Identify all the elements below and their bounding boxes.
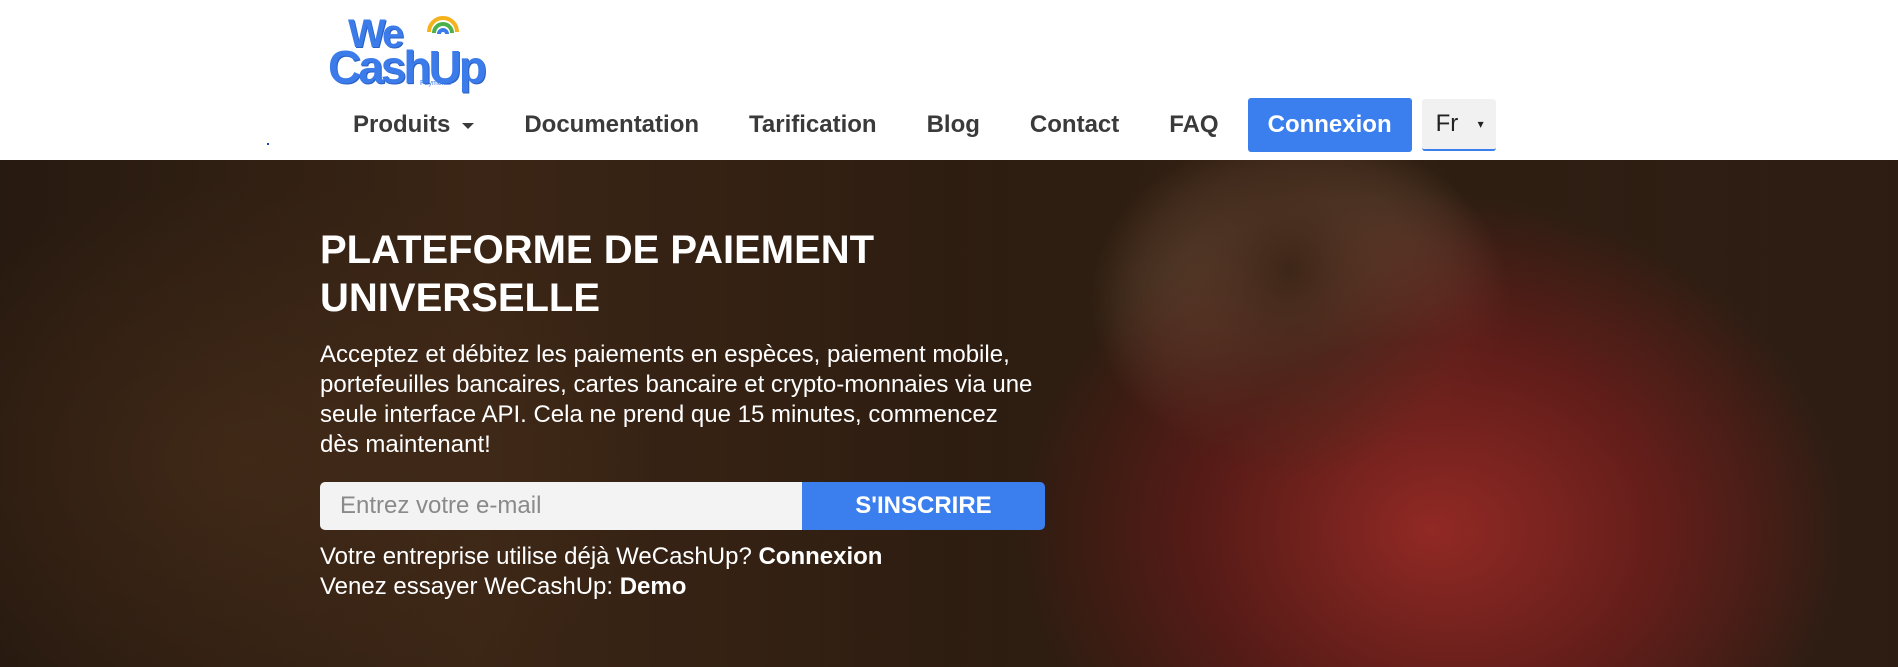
nav-item-label: Contact <box>1029 111 1120 138</box>
hero-section: PLATEFORME DE PAIEMENT UNIVERSELLE Accep… <box>0 160 1898 667</box>
language-selected: Fr <box>1435 110 1459 137</box>
site-header: We CashUp Payments Produits Documentatio… <box>0 0 1898 160</box>
hero-login-link[interactable]: Connexion <box>758 543 882 570</box>
logo-text-cashup: CashUp <box>328 41 487 93</box>
nav-item-documentation[interactable]: Documentation <box>499 98 724 152</box>
language-select[interactable]: Fr ▾ <box>1421 99 1496 151</box>
nav-item-label: Produits <box>353 111 451 138</box>
nav-item-contact[interactable]: Contact <box>1005 98 1144 152</box>
existing-customer-text: Votre entreprise utilise déjà WeCashUp? <box>320 543 752 570</box>
email-input[interactable] <box>320 482 802 530</box>
caret-down-icon <box>462 123 475 129</box>
nav-item-label: Documentation <box>524 111 700 138</box>
login-button[interactable]: Connexion <box>1247 98 1412 152</box>
hero-description: Acceptez et débitez les paiements en esp… <box>320 341 1033 458</box>
nav-item-faq[interactable]: FAQ <box>1144 98 1243 152</box>
signup-button[interactable]: S'INSCRIRE <box>802 482 1045 530</box>
nav-item-produits[interactable]: Produits <box>328 98 499 152</box>
hero-title: PLATEFORME DE PAIEMENT UNIVERSELLE <box>320 228 875 320</box>
nav-item-label: FAQ <box>1169 111 1219 138</box>
demo-link[interactable]: Demo <box>620 573 687 600</box>
nav-item-label: Blog <box>926 111 980 138</box>
logo-tagline: Payments <box>420 80 452 87</box>
existing-customer-line: Votre entreprise utilise déjà WeCashUp? … <box>320 542 882 572</box>
nav-item-label: Tarification <box>749 111 877 138</box>
demo-text: Venez essayer WeCashUp: <box>320 573 614 600</box>
decorative-dot <box>267 143 269 145</box>
nav-item-tarification[interactable]: Tarification <box>724 98 902 152</box>
wecashup-logo[interactable]: We CashUp Payments <box>328 14 488 90</box>
signal-wave-icon <box>427 16 459 35</box>
demo-line: Venez essayer WeCashUp: Demo <box>320 572 686 602</box>
main-nav: Produits Documentation Tarification Blog… <box>328 98 1496 152</box>
nav-item-blog[interactable]: Blog <box>902 98 1005 152</box>
signup-form: S'INSCRIRE <box>320 482 1045 530</box>
dropdown-arrow-icon: ▾ <box>1477 117 1484 131</box>
